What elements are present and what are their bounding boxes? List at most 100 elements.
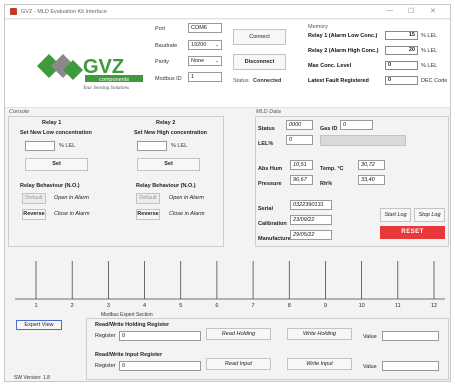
- relay2-reverse-button[interactable]: Reverse: [136, 209, 160, 220]
- modbus-expert-panel: Read/Write Holding Register Register 0 R…: [86, 318, 449, 380]
- relay2-unit: % LEL: [171, 143, 188, 149]
- relay1-unit: % LEL: [59, 143, 76, 149]
- memory-relay1-unit: % LEL: [421, 33, 438, 39]
- baudrate-label: Baudrate: [155, 43, 178, 49]
- close-button[interactable]: ✕: [430, 7, 436, 15]
- chart-tick-label: 11: [395, 303, 401, 309]
- gas-name-display: [320, 135, 406, 146]
- expert-view-button[interactable]: Expert View: [16, 320, 62, 330]
- relay2-concentration-input[interactable]: [137, 141, 167, 151]
- port-field[interactable]: COM6: [188, 23, 222, 33]
- relay1-title: Relay 1: [42, 120, 62, 126]
- holding-title: Read/Write Holding Register: [95, 322, 170, 328]
- chart-tick-label: 5: [179, 303, 182, 309]
- memory-max-unit: % LEL: [421, 63, 438, 69]
- status-label: Status: [233, 78, 249, 84]
- relay2-set-label: Set New High concentration: [134, 130, 208, 136]
- read-holding-button[interactable]: Read Holding: [206, 328, 271, 340]
- read-input-button[interactable]: Read Input: [206, 358, 271, 370]
- holding-value-label: Value: [363, 334, 377, 340]
- status-value: Connected: [253, 78, 282, 84]
- holding-register-label: Register: [95, 333, 116, 339]
- logo-tagline: Your Sensing Solutions: [83, 86, 129, 91]
- relay2-behaviour-title: Relay Behaviour (N.O.): [136, 183, 196, 189]
- sw-version: SW Version: 1.8: [14, 375, 50, 381]
- chart-tick-label: 12: [431, 303, 437, 309]
- input-register-input[interactable]: 0: [119, 361, 201, 371]
- mld-gasid-label: Gas ID: [320, 126, 338, 132]
- holding-register-input[interactable]: 0: [119, 331, 201, 341]
- mld-status-label: Status: [258, 126, 275, 132]
- relay2-set-button[interactable]: Set: [137, 158, 200, 171]
- write-input-button[interactable]: Write Input: [287, 358, 352, 370]
- stop-log-button[interactable]: Stop Log: [414, 208, 445, 222]
- disconnect-button[interactable]: Disconnect: [233, 54, 286, 70]
- signal-chart: 1 2 3 4 5 6 7 8 9 10 11 12: [15, 261, 445, 309]
- memory-relay1-label: Relay 1 (Alarm Low Conc.): [308, 33, 378, 39]
- memory-title: Memory: [308, 24, 328, 30]
- baudrate-select[interactable]: 19200 ⌄: [188, 40, 222, 50]
- parity-label: Parity: [155, 59, 170, 65]
- memory-fault-unit: DEC Code: [421, 78, 448, 84]
- relay1-set-button[interactable]: Set: [25, 158, 88, 171]
- chart-tick-label: 8: [288, 303, 291, 309]
- memory-max-value: 0: [385, 61, 418, 70]
- mld-temp-value: 30,72: [358, 160, 385, 170]
- relay1-reverse-button[interactable]: Reverse: [22, 209, 46, 220]
- memory-relay2-value: 20: [385, 46, 418, 55]
- chart-tick-label: 6: [215, 303, 218, 309]
- chart-tick-label: 9: [324, 303, 327, 309]
- app-icon: [10, 8, 17, 15]
- relay2-title: Relay 2: [156, 120, 176, 126]
- connection-header: GVZ components Your Sensing Solutions Po…: [5, 20, 450, 108]
- chart-tick-label: 1: [34, 303, 37, 309]
- logo-sub: components: [99, 77, 129, 83]
- relay1-set-label: Set New Low concentration: [20, 130, 92, 136]
- mld-gasid-value: 0: [340, 120, 373, 130]
- modbus-id-field[interactable]: 1: [188, 72, 222, 82]
- mld-abs-hum-value: 10,51: [290, 160, 313, 170]
- parity-select[interactable]: None ⌄: [188, 56, 222, 66]
- gvz-logo: GVZ components Your Sensing Solutions: [37, 54, 143, 91]
- chart-ticks: 1 2 3 4 5 6 7 8 9 10 11 12: [34, 261, 437, 309]
- holding-value-input[interactable]: [382, 331, 439, 341]
- mld-serial-label: Serial: [258, 206, 273, 212]
- memory-relay2-unit: % LEL: [421, 48, 438, 54]
- relay1-concentration-input[interactable]: [25, 141, 55, 151]
- relay2-default-text: Open in Alarm: [169, 195, 204, 201]
- input-value-input[interactable]: [382, 361, 439, 371]
- connect-button[interactable]: Connect: [233, 29, 286, 45]
- chevron-down-icon: ⌄: [214, 42, 219, 48]
- mld-lel-value: 0: [286, 135, 313, 145]
- input-register-label: Register: [95, 363, 116, 369]
- start-log-button[interactable]: Start Log: [380, 208, 411, 222]
- write-holding-button[interactable]: Write Holding: [287, 328, 352, 340]
- minimize-button[interactable]: —: [386, 7, 393, 14]
- input-register-title: Read/Write Input Register: [95, 352, 163, 358]
- relay1-default-text: Open in Alarm: [54, 195, 89, 201]
- window-title: GVZ - MLD Evaluation Kit Interface: [21, 9, 107, 15]
- app-window: GVZ - MLD Evaluation Kit Interface — ☐ ✕…: [4, 4, 451, 382]
- memory-fault-label: Latest Fault Registered: [308, 78, 369, 84]
- relay2-default-button[interactable]: Default: [136, 193, 160, 204]
- mld-calibration-value: 23/09/22: [290, 215, 332, 225]
- logo-brand: GVZ: [83, 56, 124, 78]
- baudrate-value: 19200: [191, 42, 207, 48]
- input-value-label: Value: [363, 364, 377, 370]
- chart-tick-label: 7: [252, 303, 255, 309]
- reset-button[interactable]: RESET: [380, 226, 445, 239]
- mld-temp-label: Temp. °C: [320, 166, 344, 172]
- mld-pressure-label: Pressure: [258, 181, 282, 187]
- memory-relay1-value: 15: [385, 31, 418, 40]
- mld-manufacture-label: Manufacture: [258, 236, 291, 242]
- maximize-button[interactable]: ☐: [408, 7, 414, 15]
- console-title: Console: [9, 109, 30, 115]
- memory-max-label: Max Conc. Level: [308, 63, 352, 69]
- relay1-default-button[interactable]: Default: [22, 193, 46, 204]
- relay2-reverse-text: Close in Alarm: [169, 211, 205, 217]
- chart-tick-label: 2: [71, 303, 74, 309]
- mld-data-panel: Status 0000 Gas ID 0 LEL% 0 Abs Hum 10,5…: [255, 116, 449, 247]
- chart-tick-label: 3: [107, 303, 110, 309]
- chevron-down-icon: ⌄: [214, 58, 219, 64]
- mld-title: MLD Data: [256, 109, 281, 115]
